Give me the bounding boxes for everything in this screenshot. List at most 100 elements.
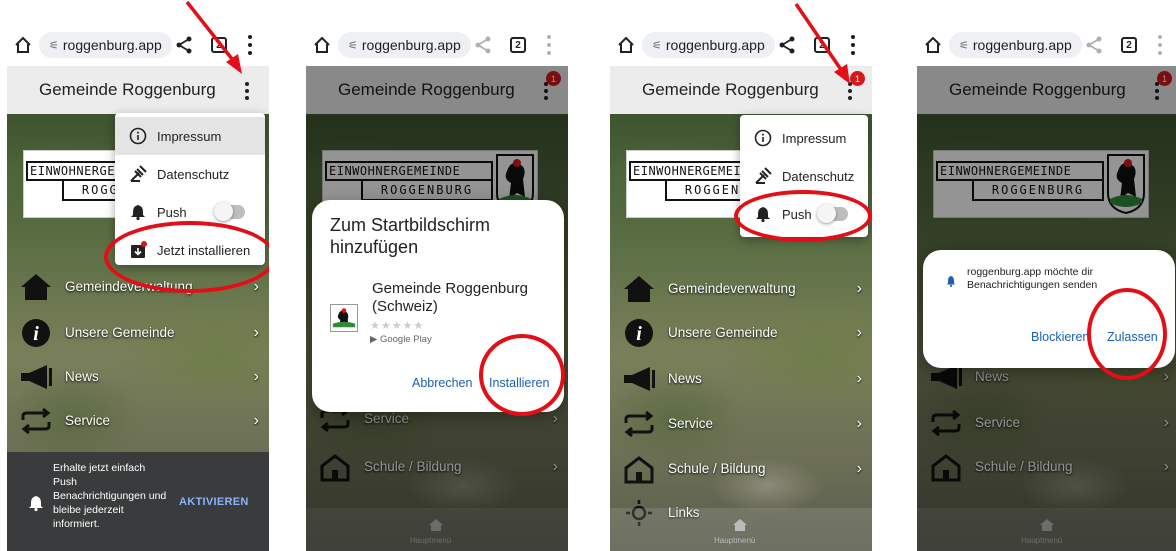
home-icon[interactable] bbox=[923, 35, 943, 55]
cancel-button[interactable]: Abbrechen bbox=[412, 376, 472, 390]
share-icon[interactable] bbox=[1085, 36, 1103, 54]
store-label-text: Google Play bbox=[379, 334, 432, 345]
annotation-circle bbox=[734, 190, 872, 242]
menu-datenschutz-label: Datenschutz bbox=[157, 166, 230, 182]
site-settings-icon[interactable]: ⚟ bbox=[348, 39, 358, 52]
browser-bar: ⚟roggenburg.app 2 bbox=[917, 24, 1176, 66]
url-text: roggenburg.app bbox=[62, 37, 162, 53]
push-toggle[interactable] bbox=[214, 202, 245, 221]
gavel-icon bbox=[130, 165, 147, 182]
menu-impressum-label: Impressum bbox=[157, 128, 222, 144]
home-icon[interactable] bbox=[13, 35, 33, 55]
menu-item-service[interactable]: Service › bbox=[7, 402, 269, 442]
app-menu-icon[interactable] bbox=[244, 82, 250, 100]
menu-item-label: Unsere Gemeinde bbox=[668, 325, 778, 340]
info-icon: i bbox=[22, 319, 50, 347]
menu-impressum[interactable]: Impressum bbox=[115, 117, 265, 155]
menu-impressum-label: Impressum bbox=[782, 130, 847, 146]
phone-step-3: ⚟roggenburg.app 2 Gemeinde Roggenburg 1 … bbox=[610, 0, 872, 551]
menu-impressum[interactable]: Impressum bbox=[740, 119, 868, 157]
menu-item-schule[interactable]: Schule / Bildung › bbox=[610, 450, 872, 490]
menu-item-label: Unsere Gemeinde bbox=[65, 325, 175, 340]
gavel-icon bbox=[755, 167, 772, 184]
install-dialog-title: Zum Startbildschirm hinzufügen bbox=[330, 215, 491, 257]
menu-item-unsere-gemeinde[interactable]: i Unsere Gemeinde › bbox=[7, 314, 269, 354]
rating-stars: ★★★★★ bbox=[370, 320, 425, 332]
menu-item-service[interactable]: Service › bbox=[610, 405, 872, 445]
chevron-right-icon: › bbox=[856, 370, 862, 387]
annotation-circle bbox=[1087, 288, 1167, 380]
activate-button[interactable]: AKTIVIEREN bbox=[179, 496, 249, 508]
url-bar[interactable]: ⚟ roggenburg.app bbox=[642, 32, 775, 58]
push-snackbar: Erhalte jetzt einfach Push Benachrichtig… bbox=[7, 452, 269, 551]
house-icon bbox=[624, 276, 654, 302]
annotation-arrow bbox=[794, 3, 850, 84]
browser-menu-icon[interactable] bbox=[546, 35, 552, 55]
tab-switcher-button[interactable]: 2 bbox=[1121, 37, 1137, 53]
info-icon: i bbox=[625, 319, 653, 347]
phone-step-2: ⚟ roggenburg.app 2 Gemeinde Roggenburg 1 … bbox=[306, 0, 568, 551]
menu-item-gemeindeverwaltung[interactable]: Gemeindeverwaltung › bbox=[610, 270, 872, 310]
browser-menu-icon[interactable] bbox=[1157, 35, 1163, 55]
url-bar[interactable]: ⚟ roggenburg.app bbox=[949, 32, 1082, 58]
chevron-right-icon: › bbox=[253, 324, 259, 341]
menu-item-label: Service bbox=[668, 416, 714, 431]
url-text: roggenburg.app bbox=[665, 37, 765, 53]
url-bar[interactable]: ⚟ roggenburg.app bbox=[338, 32, 471, 58]
bell-icon bbox=[947, 276, 955, 287]
chevron-right-icon: › bbox=[856, 415, 862, 432]
snackbar-text: Erhalte jetzt einfach Push Benachrichtig… bbox=[53, 462, 167, 530]
house-icon bbox=[21, 274, 51, 300]
install-dialog-app-name: Gemeinde Roggenburg (Schweiz) bbox=[372, 280, 528, 315]
share-icon[interactable] bbox=[474, 36, 492, 54]
annotation-circle bbox=[479, 334, 565, 416]
phone-step-4: ⚟ roggenburg.app 2 Gemeinde Roggenburg 1 … bbox=[917, 0, 1176, 551]
svg-text:i: i bbox=[636, 323, 642, 345]
permission-text: roggenburg.app möchte dir Benachrichtigu… bbox=[967, 266, 1098, 291]
menu-item-label: News bbox=[65, 369, 99, 384]
menu-item-label: Schule / Bildung bbox=[668, 461, 766, 476]
menu-item-news[interactable]: News › bbox=[7, 358, 269, 398]
browser-bar: ⚟roggenburg.app 2 bbox=[306, 24, 568, 66]
home-icon[interactable] bbox=[616, 35, 636, 55]
annotation-arrow bbox=[185, 0, 242, 74]
menu-item-label: News bbox=[668, 371, 702, 386]
menu-item-news[interactable]: News › bbox=[610, 360, 872, 400]
menu-item-label: Gemeindeverwaltung bbox=[668, 281, 796, 296]
store-label: ▶ Google Play bbox=[370, 334, 432, 345]
url-bar[interactable]: ⚟ roggenburg.app bbox=[39, 32, 172, 58]
site-settings-icon[interactable]: ⚟ bbox=[49, 39, 59, 52]
block-button[interactable]: Blockieren bbox=[1031, 330, 1089, 344]
bottom-nav: Hauptmenü bbox=[610, 508, 872, 551]
chevron-right-icon: › bbox=[253, 412, 259, 429]
annotation-circle bbox=[104, 221, 269, 293]
home-icon[interactable] bbox=[732, 518, 748, 532]
chevron-right-icon: › bbox=[253, 368, 259, 385]
phone-step-1: ⚟roggenburg.app 2 Gemeinde Roggenburg EI… bbox=[7, 0, 269, 551]
menu-datenschutz[interactable]: Datenschutz bbox=[115, 155, 265, 193]
chevron-right-icon: › bbox=[856, 280, 862, 297]
repeat-icon bbox=[21, 407, 51, 435]
url-text: roggenburg.app bbox=[361, 37, 461, 53]
chevron-right-icon: › bbox=[856, 460, 862, 477]
school-icon bbox=[624, 456, 654, 484]
url-text: roggenburg.app bbox=[972, 37, 1072, 53]
info-circle-icon bbox=[129, 127, 147, 145]
megaphone-icon bbox=[21, 365, 52, 389]
menu-item-label: Service bbox=[65, 413, 111, 428]
home-icon[interactable] bbox=[312, 35, 332, 55]
tab-switcher-button[interactable]: 2 bbox=[510, 37, 526, 53]
menu-item-unsere-gemeinde[interactable]: i Unsere Gemeinde › bbox=[610, 314, 872, 354]
app-icon bbox=[330, 304, 358, 332]
info-circle-icon bbox=[754, 129, 772, 147]
bottom-nav-home-label: Hauptmenü bbox=[714, 536, 756, 545]
site-settings-icon[interactable]: ⚟ bbox=[959, 39, 969, 52]
repeat-icon bbox=[624, 410, 654, 438]
app-title: Gemeinde Roggenburg bbox=[39, 80, 216, 99]
bell-ringing-icon bbox=[29, 496, 43, 512]
site-settings-icon[interactable]: ⚟ bbox=[652, 39, 662, 52]
megaphone-icon bbox=[624, 367, 655, 391]
svg-text:i: i bbox=[33, 323, 39, 345]
chevron-right-icon: › bbox=[856, 324, 862, 341]
tutorial-stage: ⚟roggenburg.app 2 Gemeinde Roggenburg EI… bbox=[0, 0, 1176, 551]
